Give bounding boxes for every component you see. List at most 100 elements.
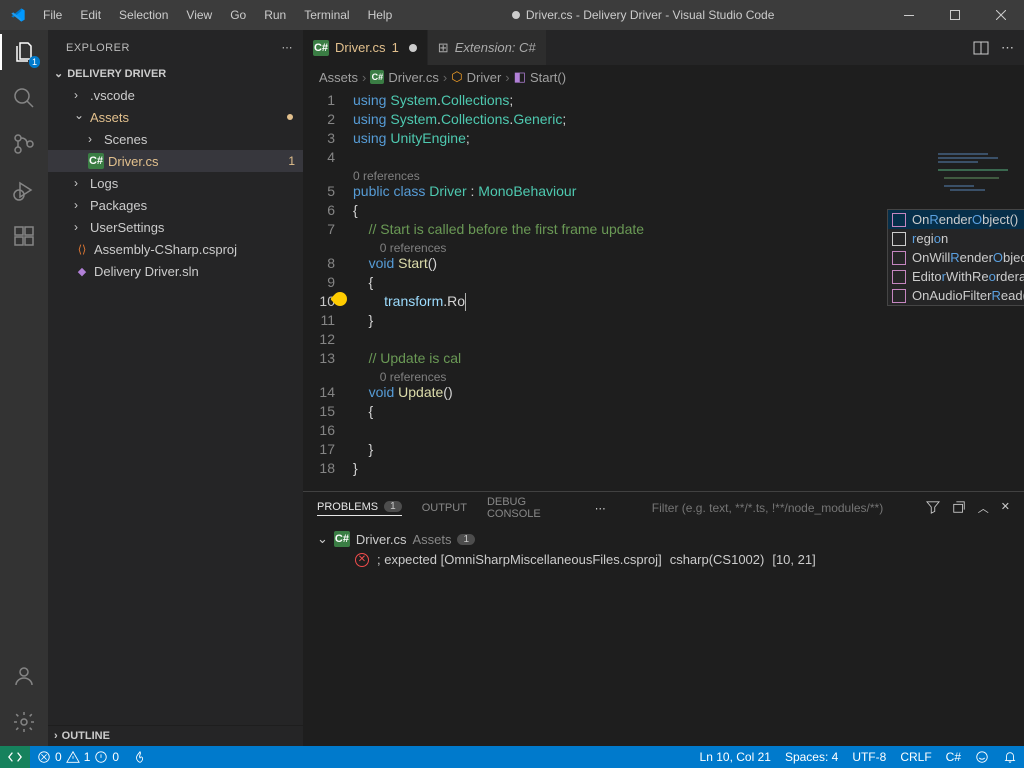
maximize-button[interactable] (932, 0, 978, 30)
modified-dot-icon (287, 114, 293, 120)
code-editor[interactable]: 1234 567 8910111213 1415161718 using Sys… (303, 89, 1024, 491)
csharp-file-icon: C# (88, 153, 104, 169)
sidebar-title: EXPLORER (66, 42, 130, 54)
tree-folder-usersettings[interactable]: ›UserSettings (48, 216, 303, 238)
filter-icon[interactable] (926, 500, 940, 516)
menu-run[interactable]: Run (256, 4, 294, 26)
sln-file-icon: ◆ (74, 263, 90, 279)
tree-folder-scenes[interactable]: ›Scenes (48, 128, 303, 150)
menu-file[interactable]: File (35, 4, 70, 26)
status-bar: 0 1 0 Ln 10, Col 21 Spaces: 4 UTF-8 CRLF… (0, 746, 1024, 768)
extensions-icon[interactable] (10, 222, 38, 250)
chevron-right-icon: › (54, 730, 58, 742)
menu-edit[interactable]: Edit (72, 4, 109, 26)
menu-go[interactable]: Go (222, 4, 254, 26)
panel-up-icon[interactable]: ︿ (978, 500, 989, 516)
status-feedback-icon[interactable] (968, 746, 996, 768)
filter-input[interactable] (646, 498, 906, 519)
modified-dot-icon (512, 11, 520, 19)
editor-group: C# Driver.cs 1 ⊞ Extension: C# ⋯ Assets›… (303, 30, 1024, 746)
search-icon[interactable] (10, 84, 38, 112)
status-language[interactable]: C# (939, 746, 968, 768)
scm-icon[interactable] (10, 130, 38, 158)
panel: PROBLEMS1 OUTPUT DEBUG CONSOLE ⋯ ︿ ✕ ⌄ C… (303, 491, 1024, 746)
method-icon (892, 251, 906, 265)
menu-bar: File Edit Selection View Go Run Terminal… (35, 4, 400, 26)
tab-driver[interactable]: C# Driver.cs 1 (303, 30, 428, 65)
panel-tab-problems[interactable]: PROBLEMS1 (317, 501, 402, 516)
menu-selection[interactable]: Selection (111, 4, 176, 26)
method-icon (892, 213, 906, 227)
vscode-logo-icon (0, 7, 35, 23)
csharp-file-icon: C# (334, 531, 350, 547)
panel-tab-debug[interactable]: DEBUG CONSOLE (487, 496, 575, 520)
method-icon (892, 270, 906, 284)
sidebar-more-icon[interactable]: ⋯ (282, 41, 294, 54)
project-name: DELIVERY DRIVER (67, 68, 166, 80)
explorer-badge: 1 (29, 56, 40, 68)
status-encoding[interactable]: UTF-8 (845, 746, 893, 768)
window-title: Driver.cs - Delivery Driver - Visual Stu… (400, 8, 886, 22)
chevron-down-icon: ⌄ (54, 67, 63, 80)
method-icon (892, 289, 906, 303)
xml-file-icon: ⟨⟩ (74, 241, 90, 257)
status-problems[interactable]: 0 1 0 (30, 746, 126, 768)
sidebar: EXPLORER ⋯ ⌄ DELIVERY DRIVER ›.vscode ⌄A… (48, 30, 303, 746)
explorer-icon[interactable]: 1 (10, 38, 38, 66)
activity-bar: 1 (0, 30, 48, 746)
class-icon: ⬡ (451, 69, 462, 85)
close-button[interactable] (978, 0, 1024, 30)
tab-extension[interactable]: ⊞ Extension: C# (428, 30, 547, 65)
tree-file-csproj[interactable]: ⟨⟩Assembly-CSharp.csproj (48, 238, 303, 260)
tree-folder-logs[interactable]: ›Logs (48, 172, 303, 194)
debug-icon[interactable] (10, 176, 38, 204)
suggest-widget[interactable]: OnRenderObject()MonoBehaviour OnRenderOb… (887, 209, 1024, 306)
settings-icon[interactable] (10, 708, 38, 736)
modified-dot-icon (409, 44, 417, 52)
extension-icon: ⊞ (438, 40, 449, 56)
outline-section[interactable]: › OUTLINE (48, 725, 303, 746)
suggest-item[interactable]: OnRenderObject()MonoBehaviour OnRenderOb… (888, 210, 1024, 229)
menu-terminal[interactable]: Terminal (296, 4, 357, 26)
csharp-file-icon: C# (370, 70, 384, 84)
status-eol[interactable]: CRLF (893, 746, 938, 768)
split-editor-icon[interactable] (973, 40, 989, 56)
status-flame-icon[interactable] (126, 746, 154, 768)
snippet-icon (892, 232, 906, 246)
problem-item[interactable]: ✕ ; expected [OmniSharpMiscellaneousFile… (317, 550, 1010, 569)
suggest-item[interactable]: EditorWithReorderableListUnity Editor wi… (888, 267, 1024, 286)
menu-help[interactable]: Help (360, 4, 401, 26)
tree-file-sln[interactable]: ◆Delivery Driver.sln (48, 260, 303, 282)
suggest-item[interactable]: OnWillRenderObject()MonoBehaviour OnWill… (888, 248, 1024, 267)
method-icon: ◧ (514, 69, 526, 85)
tree-folder-assets[interactable]: ⌄Assets (48, 106, 303, 128)
suggest-item[interactable]: OnAudioFilterRead(float[], in…MonoBehavi… (888, 286, 1024, 305)
problem-count: 1 (288, 154, 295, 168)
tree-file-driver[interactable]: C#Driver.cs1 (48, 150, 303, 172)
minimize-button[interactable] (886, 0, 932, 30)
collapse-all-icon[interactable] (952, 500, 966, 516)
file-tree: ›.vscode ⌄Assets ›Scenes C#Driver.cs1 ›L… (48, 82, 303, 725)
menu-view[interactable]: View (178, 4, 220, 26)
window-title-text: Driver.cs - Delivery Driver - Visual Stu… (526, 8, 775, 22)
chevron-down-icon: ⌄ (317, 531, 328, 547)
remote-button[interactable] (0, 746, 30, 768)
account-icon[interactable] (10, 662, 38, 690)
more-actions-icon[interactable]: ⋯ (1001, 40, 1014, 56)
csharp-file-icon: C# (313, 40, 329, 56)
titlebar: File Edit Selection View Go Run Terminal… (0, 0, 1024, 30)
editor-tabs: C# Driver.cs 1 ⊞ Extension: C# ⋯ (303, 30, 1024, 65)
breadcrumb[interactable]: Assets› C#Driver.cs› ⬡Driver› ◧Start() (303, 65, 1024, 89)
suggest-item[interactable]: region#region (888, 229, 1024, 248)
panel-more-icon[interactable]: ⋯ (595, 502, 606, 515)
status-spaces[interactable]: Spaces: 4 (778, 746, 845, 768)
panel-close-icon[interactable]: ✕ (1001, 500, 1010, 516)
problem-file-row[interactable]: ⌄ C# Driver.cs Assets 1 (317, 528, 1010, 550)
status-cursor[interactable]: Ln 10, Col 21 (693, 746, 778, 768)
panel-tab-output[interactable]: OUTPUT (422, 502, 467, 514)
project-section[interactable]: ⌄ DELIVERY DRIVER (48, 65, 303, 82)
tree-folder-vscode[interactable]: ›.vscode (48, 84, 303, 106)
gutter: 1234 567 8910111213 1415161718 (303, 89, 353, 491)
status-bell-icon[interactable] (996, 746, 1024, 768)
tree-folder-packages[interactable]: ›Packages (48, 194, 303, 216)
